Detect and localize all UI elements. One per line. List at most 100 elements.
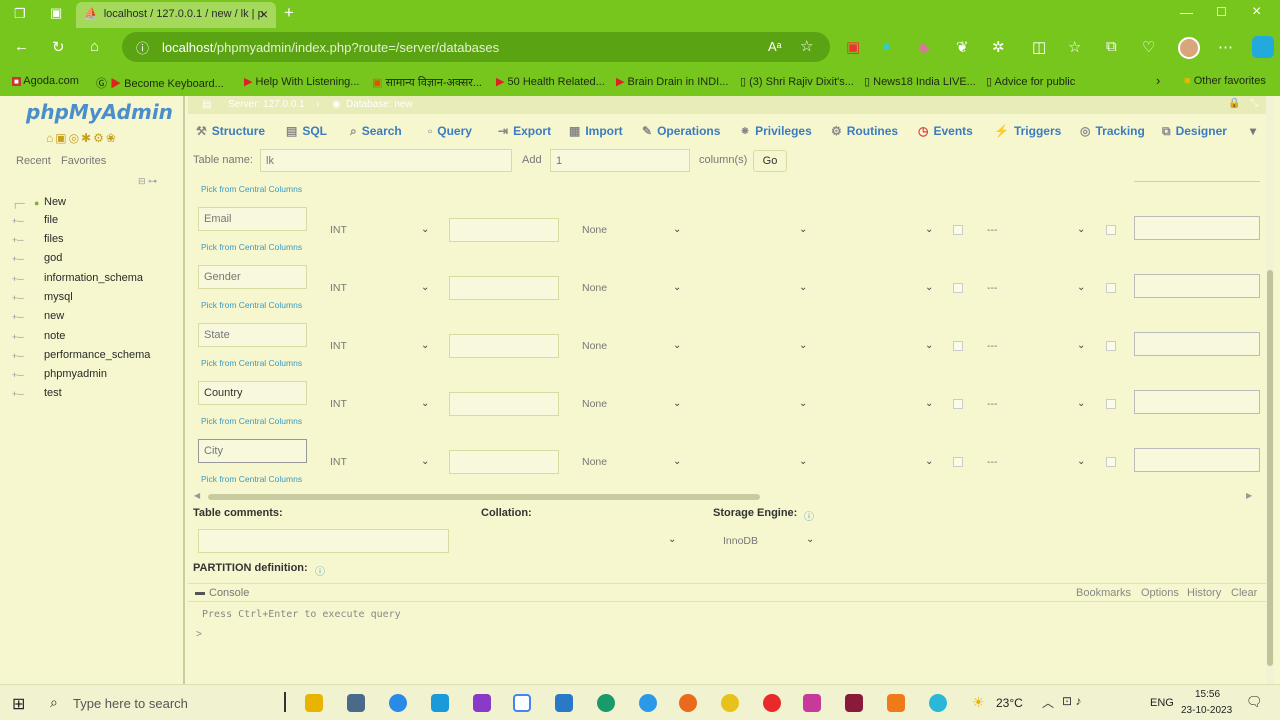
column-name-input[interactable]: State: [198, 323, 307, 347]
type-select[interactable]: INT: [330, 224, 347, 236]
address-bar[interactable]: ⓘ localhost/phpmyadmin/index.php?route=/…: [122, 32, 830, 62]
length-input[interactable]: [449, 334, 559, 358]
db-item[interactable]: mysql: [44, 291, 73, 303]
type-select[interactable]: INT: [330, 398, 347, 410]
scroll-right-icon[interactable]: ▶: [1246, 491, 1252, 500]
tab-designer[interactable]: ⧉ Designer: [1162, 124, 1227, 139]
length-input[interactable]: [449, 392, 559, 416]
bookmark-1[interactable]: Ⓖ ▶ Become Keyboard...: [96, 75, 224, 91]
null-checkbox[interactable]: [953, 341, 963, 351]
tab-actions-icon[interactable]: ▣: [50, 5, 62, 21]
db-item[interactable]: test: [44, 387, 62, 399]
bookmarks-overflow-icon[interactable]: ›: [1156, 73, 1160, 88]
tab-search[interactable]: ⌕ Search: [350, 124, 402, 139]
help-icon[interactable]: ⓘ: [315, 563, 325, 578]
taskbar-search[interactable]: Type here to search: [73, 696, 188, 711]
mail-icon[interactable]: [431, 694, 449, 712]
horizontal-scrollbar[interactable]: ◀ ▶: [194, 491, 1254, 501]
default-select[interactable]: None: [582, 456, 607, 468]
bookmark-other-favorites[interactable]: ■ Other favorites: [1184, 75, 1266, 87]
pick-central-columns-link[interactable]: Pick from Central Columns: [201, 300, 302, 310]
tray-icons[interactable]: ⊡ ♪: [1062, 694, 1081, 708]
index-select[interactable]: ---: [987, 224, 998, 236]
ai-checkbox[interactable]: [1106, 225, 1116, 235]
help-icon[interactable]: ⓘ: [804, 508, 814, 523]
default-select[interactable]: None: [582, 398, 607, 410]
index-select[interactable]: ---: [987, 282, 998, 294]
pma-logo[interactable]: phpMyAdmin: [26, 100, 173, 124]
comments-input[interactable]: [1134, 216, 1260, 240]
windows-start-icon[interactable]: ⊞: [12, 694, 25, 714]
console-history-link[interactable]: History: [1187, 587, 1221, 599]
profile-avatar[interactable]: [1178, 37, 1200, 59]
split-screen-icon[interactable]: ◫: [1032, 38, 1046, 56]
vertical-scrollbar-thumb[interactable]: [1267, 270, 1273, 666]
comments-input[interactable]: [1134, 448, 1260, 472]
tree-expand-icon[interactable]: +─: [12, 274, 24, 284]
attributes-select-chevron-icon[interactable]: ⌄: [925, 282, 933, 293]
collections-icon[interactable]: ⧉: [1106, 38, 1117, 55]
bookmark-6[interactable]: ▯ (3) Shri Rajiv Dixit's...: [740, 75, 854, 88]
opera-icon[interactable]: [763, 694, 781, 712]
console-toggle[interactable]: Console: [209, 587, 249, 599]
db-item-new[interactable]: New: [44, 196, 66, 208]
comments-input[interactable]: [1134, 332, 1260, 356]
column-name-input[interactable]: Country: [198, 381, 307, 405]
back-icon[interactable]: ←: [14, 38, 29, 55]
bookmark-4[interactable]: ▶ 50 Health Related...: [496, 75, 605, 88]
db-item[interactable]: phpmyadmin: [44, 368, 107, 380]
pick-central-columns-link[interactable]: Pick from Central Columns: [201, 416, 302, 426]
language-indicator[interactable]: ENG: [1150, 697, 1174, 709]
recorder-icon[interactable]: [845, 694, 863, 712]
db-item[interactable]: information_schema: [44, 272, 143, 284]
read-aloud-icon[interactable]: Aᵃ: [768, 39, 782, 54]
tab-sql[interactable]: ▤ SQL: [286, 124, 327, 138]
pick-central-columns-link[interactable]: Pick from Central Columns: [201, 474, 302, 484]
workspaces-icon[interactable]: ❐: [14, 6, 26, 22]
tree-expand-icon[interactable]: +─: [12, 389, 24, 399]
lock-icon[interactable]: 🔒: [1228, 98, 1240, 109]
comments-input[interactable]: [1134, 274, 1260, 298]
bookmark-2[interactable]: ▶ Help With Listening...: [244, 75, 359, 88]
dropbox-icon[interactable]: [389, 694, 407, 712]
table-name-input[interactable]: lk: [260, 149, 512, 172]
tab-routines[interactable]: ⚙ Routines: [831, 124, 898, 138]
db-item[interactable]: god: [44, 252, 62, 264]
attributes-select-chevron-icon[interactable]: ⌄: [925, 456, 933, 467]
pick-central-columns-link[interactable]: Pick from Central Columns: [201, 184, 302, 194]
ie-icon[interactable]: [639, 694, 657, 712]
pick-central-columns-link[interactable]: Pick from Central Columns: [201, 358, 302, 368]
default-select[interactable]: None: [582, 282, 607, 294]
tab-query[interactable]: ▫ Query: [428, 124, 472, 138]
collation-select-chevron-icon[interactable]: ⌄: [799, 398, 807, 409]
add-columns-input[interactable]: 1: [550, 149, 690, 172]
column-name-input[interactable]: Gender: [198, 265, 307, 289]
db-item[interactable]: performance_schema: [44, 349, 150, 361]
google-icon[interactable]: [513, 694, 531, 712]
collapse-icon[interactable]: ⤡: [1250, 98, 1258, 109]
tab-import[interactable]: ▦ Import: [569, 124, 623, 138]
ai-checkbox[interactable]: [1106, 341, 1116, 351]
clock-date[interactable]: 23-10-2023: [1181, 705, 1232, 716]
collation-select-chevron-icon[interactable]: ⌄: [799, 340, 807, 351]
breadcrumb-database[interactable]: Database: new: [346, 99, 413, 110]
extensions-icon[interactable]: ✲: [992, 38, 1005, 56]
tab-triggers[interactable]: ⚡ Triggers: [994, 124, 1061, 138]
ext-off-icon[interactable]: ◈: [918, 38, 930, 56]
db-item[interactable]: note: [44, 330, 65, 342]
null-checkbox[interactable]: [953, 457, 963, 467]
scroll-left-icon[interactable]: ◀: [194, 491, 200, 500]
scrollbar-thumb[interactable]: [208, 494, 760, 500]
notifications-icon[interactable]: 🗨: [1246, 694, 1263, 710]
recent-tab[interactable]: Recent: [16, 155, 51, 167]
help-app-icon[interactable]: [929, 694, 947, 712]
ai-checkbox[interactable]: [1106, 283, 1116, 293]
edge-icon[interactable]: [597, 694, 615, 712]
firefox-icon[interactable]: [679, 694, 697, 712]
tab-structure[interactable]: ⚒ Structure: [196, 124, 265, 138]
chrome-icon[interactable]: [721, 694, 739, 712]
null-checkbox[interactable]: [953, 399, 963, 409]
comments-input[interactable]: [1134, 390, 1260, 414]
attributes-select-chevron-icon[interactable]: ⌄: [925, 398, 933, 409]
maximize-icon[interactable]: ☐: [1216, 5, 1227, 19]
